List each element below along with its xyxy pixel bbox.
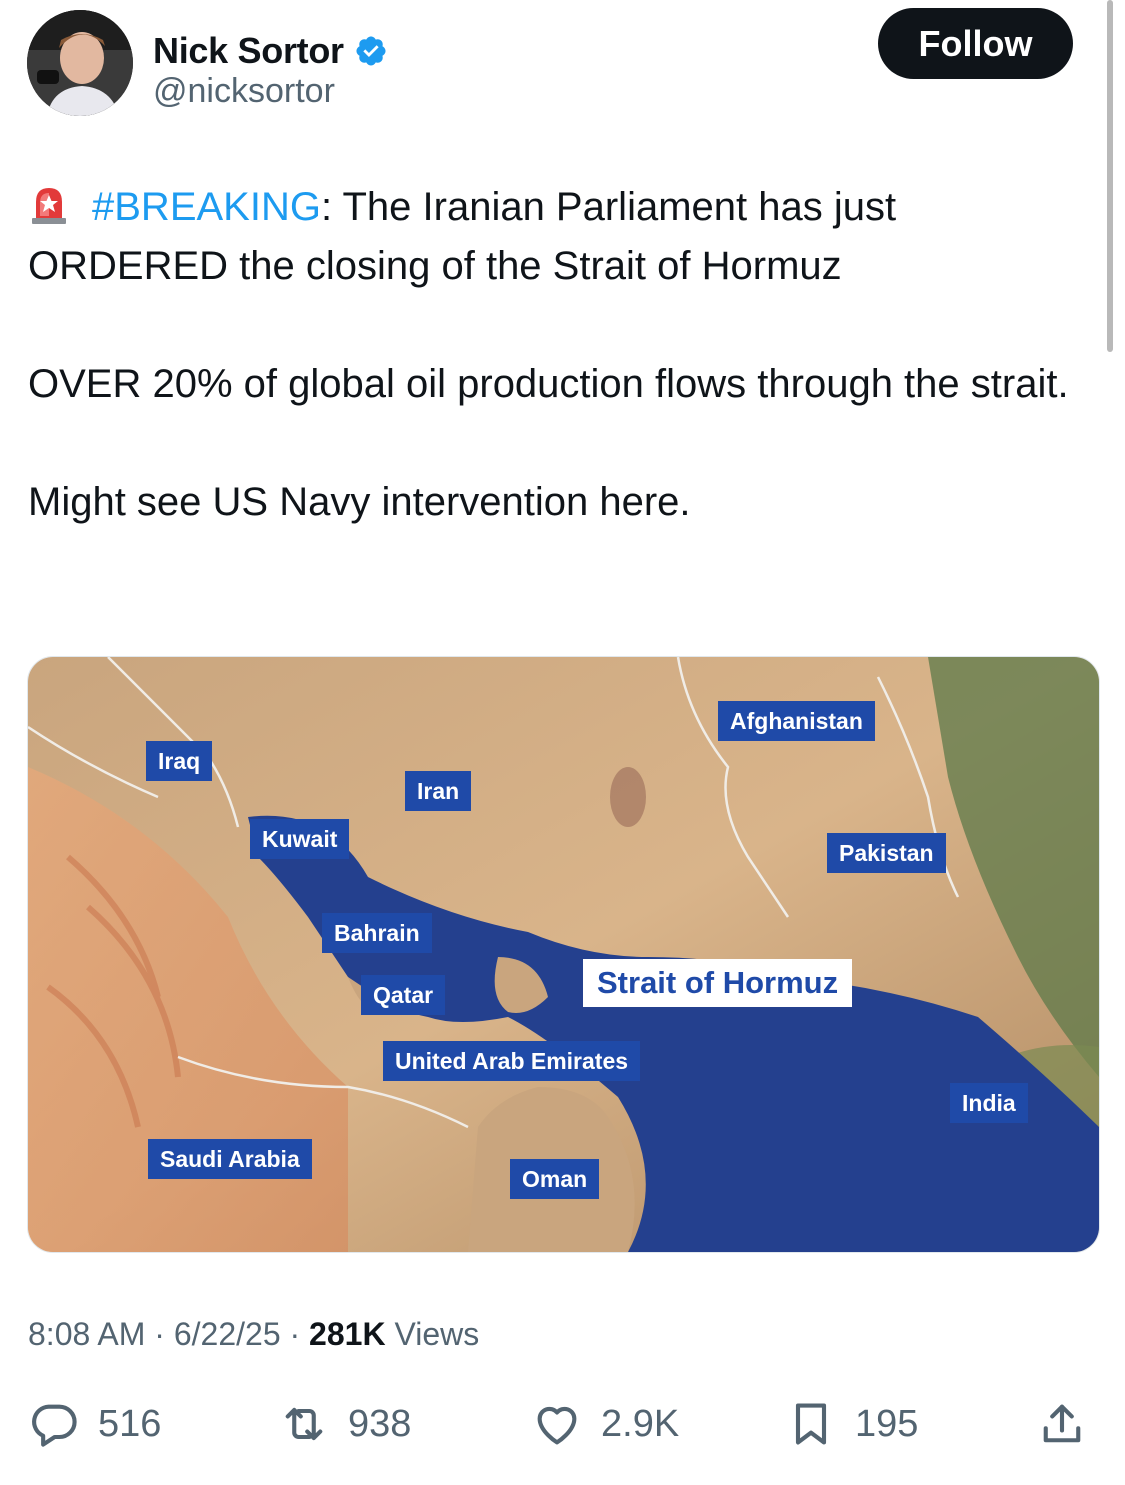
views-count: 281K [309, 1316, 386, 1352]
map-label-saudi-arabia: Saudi Arabia [148, 1139, 312, 1179]
map-label-kuwait: Kuwait [250, 819, 350, 859]
tweet-paragraph-3: Might see US Navy intervention here. [28, 480, 691, 524]
repost-count: 938 [348, 1402, 412, 1445]
map-label-afghanistan: Afghanistan [718, 701, 875, 741]
verified-badge-icon [356, 36, 386, 66]
reply-button[interactable]: 516 [28, 1398, 161, 1450]
map-label-oman: Oman [510, 1159, 600, 1199]
map-label-uae: United Arab Emirates [383, 1041, 641, 1081]
tweet-header: Nick Sortor @nicksortor Follow [27, 8, 1077, 120]
scrollbar[interactable] [1107, 0, 1113, 352]
map-image[interactable]: Iraq Kuwait Iran Afghanistan Pakistan Ba… [27, 656, 1100, 1253]
repost-button[interactable]: 938 [278, 1398, 411, 1450]
share-button[interactable] [1036, 1398, 1088, 1450]
action-bar: 516 938 2.9K 195 [28, 1398, 1093, 1468]
map-label-qatar: Qatar [361, 975, 446, 1015]
tweet-date[interactable]: 6/22/25 [174, 1316, 281, 1352]
meta-separator: · [280, 1316, 310, 1352]
heart-icon [537, 1406, 577, 1445]
like-count: 2.9K [601, 1402, 680, 1445]
map-label-strait-of-hormuz: Strait of Hormuz [583, 959, 853, 1007]
tweet-time[interactable]: 8:08 AM [28, 1316, 145, 1352]
bookmark-button[interactable]: 195 [785, 1398, 918, 1450]
breaking-hashtag-link[interactable]: #BREAKING [92, 185, 321, 229]
map-label-iran: Iran [405, 771, 472, 811]
views-label: Views [385, 1316, 480, 1352]
tweet-meta: 8:08 AM · 6/22/25 · 281K Views [28, 1316, 479, 1353]
avatar[interactable] [27, 10, 133, 116]
like-button[interactable]: 2.9K [531, 1398, 679, 1450]
author-handle[interactable]: @nicksortor [153, 72, 335, 111]
map-label-iraq: Iraq [146, 741, 213, 781]
repost-icon [285, 1407, 323, 1441]
share-icon [1043, 1404, 1081, 1443]
map-label-bahrain: Bahrain [322, 913, 432, 953]
bookmark-count: 195 [855, 1402, 919, 1445]
reply-icon [32, 1404, 77, 1447]
map-label-pakistan: Pakistan [827, 833, 946, 873]
map-label-india: India [950, 1083, 1028, 1123]
meta-separator: · [145, 1316, 174, 1352]
follow-button[interactable]: Follow [878, 8, 1073, 79]
author-name[interactable]: Nick Sortor [153, 30, 344, 72]
siren-emoji-icon [32, 188, 66, 224]
tweet-paragraph-1: #BREAKING: The Iranian Parliament has ju… [28, 178, 1088, 296]
tweet-paragraph-2: OVER 20% of global oil production flows … [28, 362, 1069, 406]
tweet-text: #BREAKING: The Iranian Parliament has ju… [28, 178, 1088, 532]
reply-count: 516 [98, 1402, 162, 1445]
bookmark-icon [795, 1403, 827, 1445]
